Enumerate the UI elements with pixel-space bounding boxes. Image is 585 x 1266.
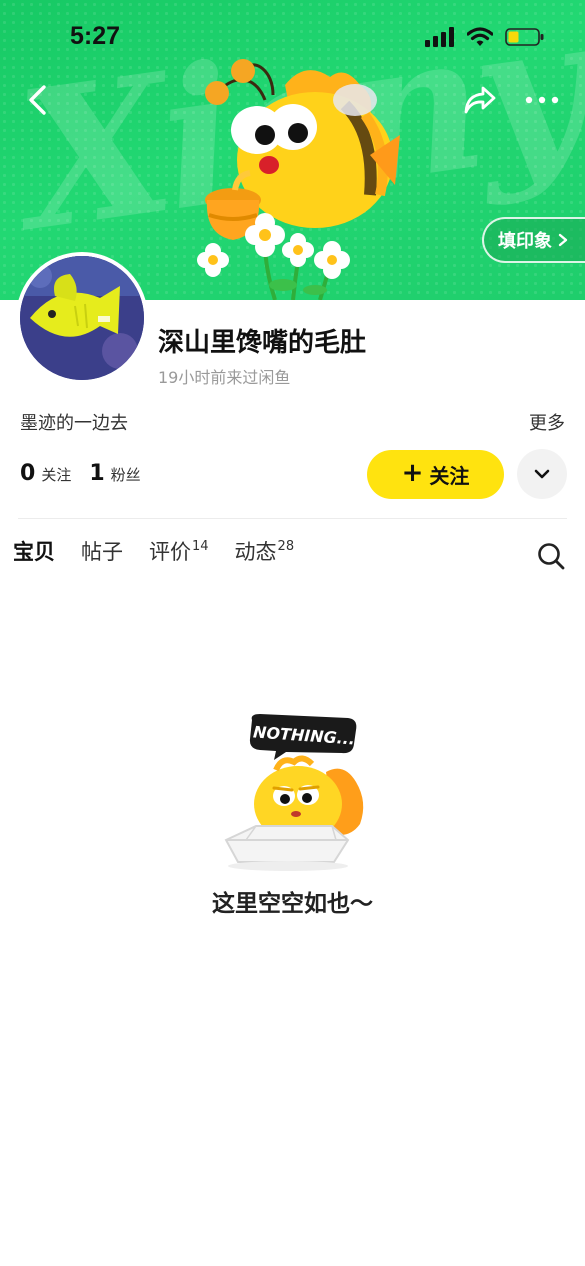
section-divider — [18, 518, 567, 519]
chevron-right-icon — [558, 233, 568, 247]
back-button[interactable] — [18, 80, 58, 120]
tab-activity[interactable]: 动态28 — [235, 532, 295, 576]
tab-count: 28 — [277, 539, 295, 554]
signal-icon — [425, 27, 454, 47]
chevron-down-icon — [534, 469, 550, 479]
bio-text: 墨迹的一边去 — [20, 413, 128, 434]
following-stat[interactable]: 0 关注 — [20, 461, 71, 486]
followers-label: 粉丝 — [110, 466, 141, 484]
fish-mascot-illustration — [197, 59, 400, 300]
status-bar: 5:27 — [0, 0, 585, 80]
content-tabs: 宝贝 帖子 评价14 动态28 — [11, 532, 320, 576]
follow-button-label: 关注 — [429, 464, 470, 488]
tab-label: 动态 — [234, 540, 277, 564]
tab-items[interactable]: 宝贝 — [11, 532, 65, 572]
status-icons — [425, 27, 545, 47]
plus-icon: + — [401, 458, 424, 488]
last-seen-text: 19小时前来过闲鱼 — [158, 368, 291, 387]
empty-state-message: 这里空空如也～ — [212, 891, 373, 917]
fill-impression-button[interactable]: 填印象 — [482, 217, 585, 263]
username: 深山里馋嘴的毛肚 — [158, 328, 367, 358]
empty-state-illustration: NOTHING... — [224, 714, 364, 871]
avatar-fish-photo — [20, 256, 144, 380]
chevron-left-icon — [29, 85, 46, 115]
search-icon — [538, 543, 565, 570]
tab-label: 帖子 — [81, 540, 123, 564]
more-options-button[interactable] — [518, 80, 566, 120]
following-label: 关注 — [41, 466, 72, 484]
battery-icon — [505, 28, 544, 46]
more-info-link[interactable]: 更多 — [529, 409, 565, 435]
status-time: 5:27 — [70, 22, 121, 50]
tab-label: 宝贝 — [13, 540, 55, 564]
following-count: 0 — [20, 461, 36, 486]
followers-count: 1 — [89, 461, 105, 486]
tab-posts[interactable]: 帖子 — [81, 532, 123, 572]
share-icon — [464, 86, 496, 114]
tab-count: 14 — [192, 539, 209, 554]
wifi-icon — [467, 27, 493, 46]
tab-label: 评价 — [149, 540, 191, 564]
search-button[interactable] — [535, 540, 567, 572]
followers-stat[interactable]: 1 粉丝 — [89, 461, 140, 486]
expand-dropdown-button[interactable] — [517, 449, 567, 499]
avatar[interactable] — [16, 252, 148, 384]
stats-row: 0 关注 1 粉丝 — [20, 461, 141, 486]
impression-button-label: 填印象 — [498, 231, 552, 252]
share-button[interactable] — [458, 80, 502, 120]
follow-button[interactable]: + 关注 — [367, 450, 504, 499]
tab-reviews[interactable]: 评价14 — [149, 532, 209, 576]
ellipsis-icon — [525, 96, 559, 104]
